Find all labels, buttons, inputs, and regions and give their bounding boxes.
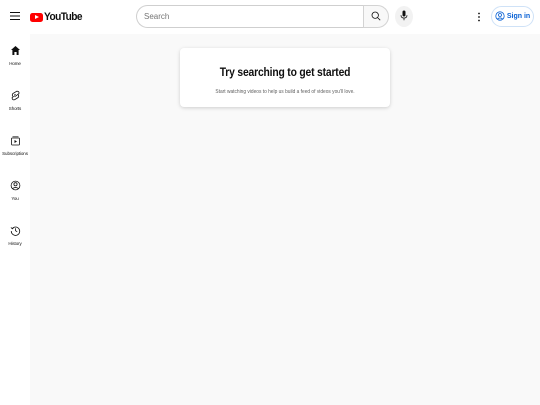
account-circle-icon <box>495 10 505 23</box>
sidebar-item-label: Home <box>9 61 21 66</box>
sidebar-item-subscriptions[interactable]: Subscriptions <box>0 124 30 164</box>
search-box <box>136 5 389 28</box>
guide-sidebar: Home Shorts Subscriptions You History <box>0 34 30 405</box>
prompt-subtitle: Start watching videos to help us build a… <box>215 89 355 95</box>
sidebar-item-home[interactable]: Home <box>0 34 30 74</box>
mic-icon <box>400 8 408 26</box>
prompt-title: Try searching to get started <box>219 65 351 79</box>
main-content: Try searching to get started Start watch… <box>30 34 540 405</box>
youtube-play-icon <box>30 12 43 22</box>
home-icon <box>10 45 21 56</box>
masthead: YouTube Search Sign in <box>0 0 540 34</box>
voice-search-button[interactable] <box>395 6 413 27</box>
sidebar-item-label: You <box>11 196 19 201</box>
sign-in-button[interactable]: Sign in <box>491 6 534 27</box>
logo-text: YouTube <box>44 11 82 23</box>
sidebar-item-you[interactable]: You <box>0 169 30 209</box>
you-icon <box>10 180 21 191</box>
sidebar-item-shorts[interactable]: Shorts <box>0 79 30 119</box>
youtube-page: YouTube Search Sign in Home Shorts Subsc… <box>0 0 540 405</box>
menu-icon[interactable] <box>8 9 22 23</box>
sign-in-label: Sign in <box>506 13 531 20</box>
sidebar-item-label: Shorts <box>8 106 22 111</box>
subscriptions-icon <box>10 135 21 146</box>
youtube-logo[interactable]: YouTube <box>30 10 85 24</box>
search-input[interactable] <box>136 5 363 28</box>
search-button[interactable] <box>363 5 389 28</box>
sidebar-item-label: Subscriptions <box>2 151 28 156</box>
search-icon <box>371 8 381 26</box>
shorts-icon <box>10 90 21 101</box>
history-icon <box>10 225 21 236</box>
more-vert-icon[interactable] <box>474 10 484 24</box>
sidebar-item-label: History <box>8 241 22 246</box>
empty-feed-prompt: Try searching to get started Start watch… <box>180 48 390 107</box>
sidebar-item-history[interactable]: History <box>0 214 30 254</box>
